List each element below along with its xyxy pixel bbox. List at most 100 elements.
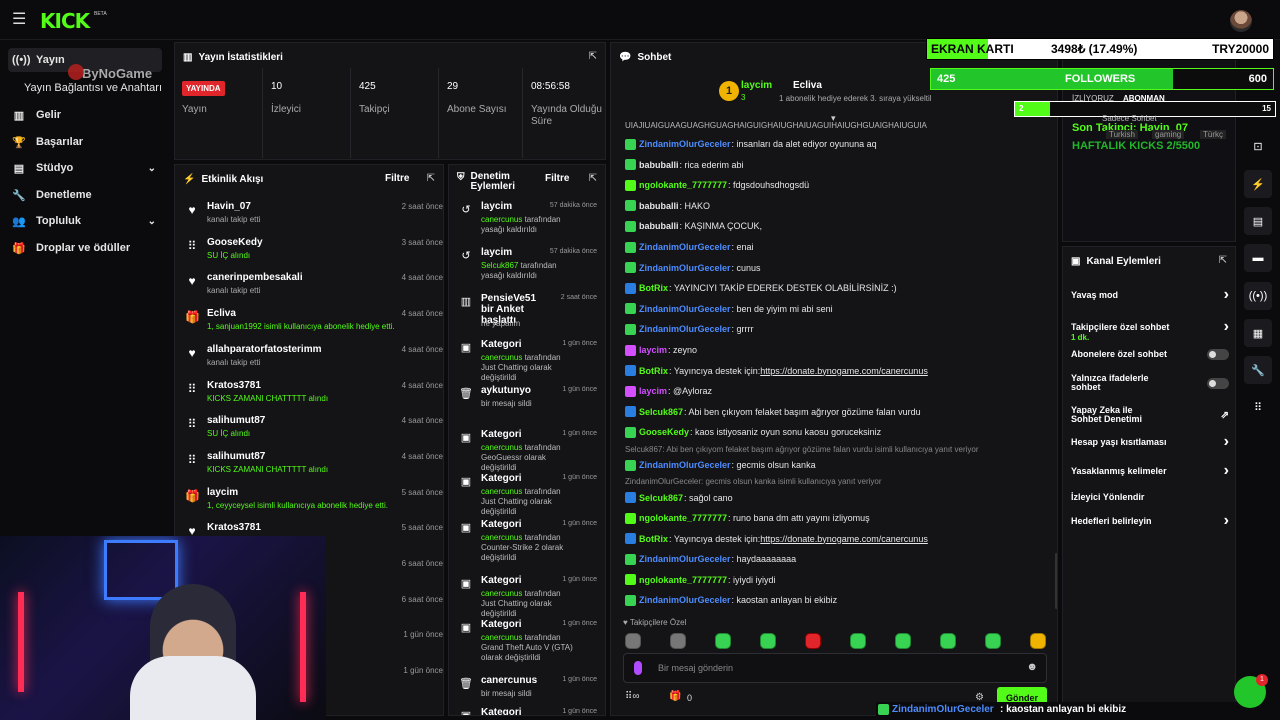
channel-action-item[interactable]: Yavaş mod › <box>1071 285 1229 305</box>
activity-user[interactable]: allahparatorfatosterimm <box>207 344 321 355</box>
chat-username[interactable]: babuballi <box>639 221 679 231</box>
activity-item[interactable]: 🎁 Ecliva 1, sanjuan1992 isimli kullanıcıya… <box>183 306 443 340</box>
chat-username[interactable]: ZindanimOlurGeceler <box>639 595 731 605</box>
activity-user[interactable]: laycim <box>207 487 238 498</box>
chat-username[interactable]: ZindanimOlurGeceler <box>639 263 731 273</box>
support-chat-icon[interactable]: 1 <box>1234 674 1268 708</box>
emote-icon[interactable] <box>805 633 821 649</box>
moderation-item[interactable]: ▣ Kategori 1 gün önce <box>457 707 597 715</box>
moderation-item[interactable]: ▣ Kategori canercunus tarafından Just Chat… <box>457 339 597 385</box>
channel-action-item[interactable]: Yasaklanmış kelimeler › <box>1071 461 1229 481</box>
sidebar-item-topluluk[interactable]: 👥 Topluluk ⌄ <box>8 209 162 233</box>
chat-input[interactable]: Bir mesaj gönderin ☻ <box>623 653 1047 683</box>
activity-item[interactable]: ⠿ Kratos3781 KICKS ZAMANI CHATTTTT alındı 4… <box>183 378 443 412</box>
chat-username[interactable]: BotRix <box>639 534 668 544</box>
activity-user[interactable]: salihumut87 <box>207 451 265 462</box>
emote-icon[interactable] <box>850 633 866 649</box>
popout-icon[interactable]: ⇱ <box>589 173 597 184</box>
moderation-item[interactable]: ↺ laycim canercunus tarafından yasağı kald… <box>457 201 597 247</box>
channel-action-item[interactable]: Yalnızca ifadelerle sohbet <box>1071 373 1229 393</box>
chat-link[interactable]: https://donate.bynogame.com/canercunus <box>760 366 928 376</box>
emote-icon[interactable] <box>625 633 641 649</box>
activity-item[interactable]: ♥ canerinpembesakali kanalı takip etti 4 sa… <box>183 270 443 304</box>
emote-icon[interactable] <box>670 633 686 649</box>
chat-username[interactable]: BotRix <box>639 366 668 376</box>
moderation-item[interactable]: ▣ Kategori canercunus tarafından Just Chat… <box>457 473 597 519</box>
moderation-item[interactable]: 🗑 aykutunyo bir mesajı sildi 1 gün önce <box>457 385 597 431</box>
chat-link[interactable]: https://donate.bynogame.com/canercunus <box>760 534 928 544</box>
gift-icon[interactable]: 🎁 <box>669 691 681 702</box>
emote-icon[interactable] <box>940 633 956 649</box>
chat-username[interactable]: GooseKedy <box>639 427 689 437</box>
activity-item[interactable]: ⠿ salihumut87 KICKS ZAMANI CHATTTTT alındı… <box>183 449 443 483</box>
kick-logo[interactable]: KICK <box>40 9 90 33</box>
chat-username[interactable]: babuballi <box>639 160 679 170</box>
pinned-user-2[interactable]: Ecliva <box>793 80 822 91</box>
chat-scrollbar[interactable] <box>1055 553 1057 609</box>
moderation-item[interactable]: ▣ Kategori canercunus tarafından GeoGuessr… <box>457 429 597 475</box>
activity-item[interactable]: ♥ Havin_07 kanalı takip etti 2 saat önce <box>183 199 443 233</box>
activity-item[interactable]: ⠿ GooseKedy SU İÇ alındı 3 saat önce <box>183 235 443 269</box>
emote-icon[interactable] <box>1030 633 1046 649</box>
activity-item[interactable]: 🎁 laycim 1, ceyyceysel isimli kullanıcıya … <box>183 485 443 519</box>
chat-username[interactable]: Selcuk867 <box>639 407 683 417</box>
layout-icon[interactable]: ▦ <box>1244 319 1272 347</box>
activity-item[interactable]: ⠿ salihumut87 SU İÇ alındı 4 saat önce <box>183 413 443 447</box>
activity-user[interactable]: Kratos3781 <box>207 380 261 391</box>
moderation-item[interactable]: ↺ laycim Selcuk867 tarafından yasağı kaldı… <box>457 247 597 293</box>
emoji-picker-icon[interactable]: ☻ <box>1026 661 1038 673</box>
chat-icon[interactable]: ▬ <box>1244 244 1272 272</box>
emote-icon[interactable] <box>985 633 1001 649</box>
chat-username[interactable]: laycim <box>639 386 667 396</box>
broadcast-icon[interactable]: ((•)) <box>1244 282 1272 310</box>
microphone-icon[interactable] <box>634 661 642 675</box>
moderation-item[interactable]: ▥ PensieVe51 bir Anket başlattı ne yapalım… <box>457 293 597 339</box>
activity-item[interactable]: ♥ allahparatorfatosterimm kanalı takip ett… <box>183 342 443 376</box>
emote-icon[interactable] <box>895 633 911 649</box>
channel-action-item[interactable]: İzleyici Yönlendir <box>1071 487 1229 507</box>
chat-username[interactable]: babuballi <box>639 201 679 211</box>
channel-action-item[interactable]: Hesap yaşı kısıtlaması › <box>1071 432 1229 452</box>
chat-username[interactable]: ZindanimOlurGeceler <box>639 324 731 334</box>
pinned-user[interactable]: laycim <box>741 80 772 91</box>
user-avatar[interactable] <box>1230 10 1252 32</box>
notes-icon[interactable]: ▤ <box>1244 207 1272 235</box>
menu-icon[interactable]: ☰ <box>12 12 30 28</box>
focus-icon[interactable]: ⊡ <box>1244 132 1272 160</box>
sidebar-item-droplar[interactable]: 🎁 Droplar ve ödüller <box>8 236 162 260</box>
activity-user[interactable]: Ecliva <box>207 308 236 319</box>
chat-username[interactable]: ngolokante_7777777 <box>639 180 727 190</box>
moderation-item[interactable]: ▣ Kategori canercunus tarafından Counter-S… <box>457 519 597 565</box>
sidebar-item-gelir[interactable]: ▥ Gelir <box>8 103 162 127</box>
popout-icon[interactable]: ⇱ <box>589 51 597 62</box>
chat-username[interactable]: Selcuk867 <box>639 493 683 503</box>
popout-icon[interactable]: ⇱ <box>1219 255 1227 266</box>
sidebar-item-denetleme[interactable]: 🔧 Denetleme <box>8 183 162 207</box>
lightning-icon[interactable]: ⚡ <box>1244 170 1272 198</box>
chat-username[interactable]: BotRix <box>639 283 668 293</box>
moderation-item[interactable]: ▣ Kategori canercunus tarafından Grand The… <box>457 619 597 665</box>
chat-username[interactable]: ZindanimOlurGeceler <box>639 242 731 252</box>
channel-action-item[interactable]: Yapay Zeka ile Sohbet Denetimi ⇗ <box>1071 405 1229 425</box>
moderation-item[interactable]: ▣ Kategori canercunus tarafından Just Chat… <box>457 575 597 621</box>
chat-username[interactable]: ngolokante_7777777 <box>639 575 727 585</box>
channel-action-item[interactable]: Takipçilere özel sohbet 1 dk. › <box>1071 317 1229 342</box>
filter-button[interactable]: Filtre <box>385 173 409 184</box>
popout-icon[interactable]: ⇱ <box>427 173 435 184</box>
share-icon[interactable]: ⠿ <box>1244 393 1272 421</box>
activity-user[interactable]: canerinpembesakali <box>207 272 303 283</box>
activity-user[interactable]: GooseKedy <box>207 237 263 248</box>
activity-user[interactable]: salihumut87 <box>207 415 265 426</box>
emote-icon[interactable] <box>715 633 731 649</box>
emote-icon[interactable] <box>760 633 776 649</box>
chat-username[interactable]: ngolokante_7777777 <box>639 513 727 523</box>
sidebar-item-studyo[interactable]: ▤ Stüdyo ⌄ <box>8 156 162 180</box>
sidebar-item-basarilar[interactable]: 🏆 Başarılar <box>8 130 162 154</box>
chat-username[interactable]: ZindanimOlurGeceler <box>639 554 731 564</box>
wrench-icon[interactable]: 🔧 <box>1244 356 1272 384</box>
chat-username[interactable]: ZindanimOlurGeceler <box>639 460 731 470</box>
channel-action-item[interactable]: Abonelere özel sohbet <box>1071 344 1229 364</box>
channel-action-item[interactable]: Hedefleri belirleyin › <box>1071 511 1229 531</box>
chat-username[interactable]: laycim <box>639 345 667 355</box>
activity-user[interactable]: Havin_07 <box>207 201 251 212</box>
